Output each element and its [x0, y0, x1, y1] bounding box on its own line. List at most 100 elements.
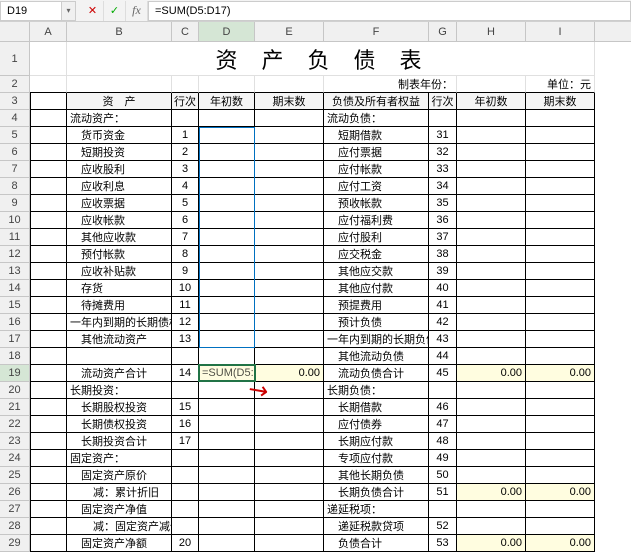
cell[interactable]: 递延税款贷项 [324, 518, 429, 535]
row-header[interactable]: 26 [0, 484, 30, 501]
row-header[interactable]: 19 [0, 365, 30, 382]
cell[interactable] [199, 246, 255, 263]
cell[interactable] [199, 297, 255, 314]
cell[interactable] [526, 127, 595, 144]
cell[interactable] [457, 144, 526, 161]
cell[interactable] [255, 110, 324, 127]
cell[interactable]: 11 [172, 297, 199, 314]
cell[interactable]: 48 [429, 433, 457, 450]
cell[interactable] [526, 297, 595, 314]
cell[interactable] [30, 195, 67, 212]
cell[interactable] [199, 280, 255, 297]
cell[interactable]: 其他流动资产 [67, 331, 172, 348]
cell[interactable]: 资 产 [67, 93, 172, 110]
row-header[interactable]: 12 [0, 246, 30, 263]
cell[interactable]: 应收利息 [67, 178, 172, 195]
cell[interactable] [199, 518, 255, 535]
cell[interactable] [199, 501, 255, 518]
cell[interactable] [457, 263, 526, 280]
cell[interactable]: 45 [429, 365, 457, 382]
cell[interactable] [255, 178, 324, 195]
col-header[interactable]: D [199, 22, 255, 41]
cell[interactable] [172, 518, 199, 535]
cell[interactable] [255, 263, 324, 280]
cell[interactable]: 预收帐款 [324, 195, 429, 212]
cell[interactable] [30, 246, 67, 263]
cell[interactable] [199, 127, 255, 144]
cell[interactable]: 其他应收款 [67, 229, 172, 246]
cell[interactable] [457, 280, 526, 297]
cell[interactable]: 固定资产净额 [67, 535, 172, 552]
cell[interactable] [199, 433, 255, 450]
select-all[interactable] [0, 22, 30, 41]
cell[interactable] [199, 263, 255, 280]
cell[interactable]: 长期股权投资 [67, 399, 172, 416]
cell[interactable] [526, 433, 595, 450]
cell[interactable]: 固定资产原价 [67, 467, 172, 484]
col-header[interactable]: C [172, 22, 199, 41]
cell[interactable]: 流动负债合计 [324, 365, 429, 382]
col-header[interactable]: I [526, 22, 595, 41]
cell[interactable] [457, 127, 526, 144]
cell[interactable] [457, 467, 526, 484]
cell[interactable] [457, 433, 526, 450]
cell[interactable] [172, 110, 199, 127]
row-header[interactable]: 25 [0, 467, 30, 484]
cell[interactable]: 16 [172, 416, 199, 433]
cell[interactable] [457, 450, 526, 467]
cell[interactable] [199, 382, 255, 399]
row-header[interactable]: 13 [0, 263, 30, 280]
cell[interactable]: 3 [172, 161, 199, 178]
name-box[interactable]: D19 [0, 1, 62, 21]
cell[interactable] [526, 450, 595, 467]
cell[interactable] [526, 161, 595, 178]
col-header[interactable]: E [255, 22, 324, 41]
cell[interactable] [457, 501, 526, 518]
cell[interactable] [199, 484, 255, 501]
cell[interactable]: 预付帐款 [67, 246, 172, 263]
cell[interactable]: 预计负债 [324, 314, 429, 331]
cell[interactable] [30, 416, 67, 433]
row-header[interactable]: 20 [0, 382, 30, 399]
cell[interactable] [30, 467, 67, 484]
cell[interactable]: 其他流动负债 [324, 348, 429, 365]
cell[interactable] [30, 297, 67, 314]
cell[interactable]: 递延税项： [324, 501, 429, 518]
cell[interactable]: 12 [172, 314, 199, 331]
cell[interactable] [199, 110, 255, 127]
cell[interactable]: 0.00 [457, 365, 526, 382]
row-header[interactable]: 4 [0, 110, 30, 127]
cell[interactable]: 42 [429, 314, 457, 331]
cell[interactable] [526, 416, 595, 433]
name-box-dropdown[interactable]: ▾ [62, 1, 76, 21]
cell[interactable] [255, 195, 324, 212]
cell[interactable]: 其他应付款 [324, 280, 429, 297]
cell[interactable]: 33 [429, 161, 457, 178]
row-header[interactable]: 10 [0, 212, 30, 229]
cell[interactable] [30, 144, 67, 161]
row-header[interactable]: 6 [0, 144, 30, 161]
cell[interactable] [30, 178, 67, 195]
cell[interactable] [199, 161, 255, 178]
cell[interactable] [255, 399, 324, 416]
cell[interactable] [255, 501, 324, 518]
cell[interactable]: 36 [429, 212, 457, 229]
cell[interactable] [199, 76, 255, 93]
cell[interactable] [30, 314, 67, 331]
cell[interactable] [526, 195, 595, 212]
cell[interactable]: 长期投资合计 [67, 433, 172, 450]
cell[interactable] [457, 229, 526, 246]
cell[interactable] [457, 178, 526, 195]
cell[interactable] [526, 178, 595, 195]
cell[interactable]: 应付帐款 [324, 161, 429, 178]
cell[interactable] [30, 331, 67, 348]
cell[interactable]: 38 [429, 246, 457, 263]
cell[interactable] [526, 110, 595, 127]
cell[interactable] [199, 314, 255, 331]
cell[interactable] [457, 297, 526, 314]
cell[interactable] [255, 348, 324, 365]
cell[interactable]: 预提费用 [324, 297, 429, 314]
cell[interactable]: 20 [172, 535, 199, 552]
cell[interactable]: 负债及所有者权益 [324, 93, 429, 110]
cell[interactable] [457, 348, 526, 365]
